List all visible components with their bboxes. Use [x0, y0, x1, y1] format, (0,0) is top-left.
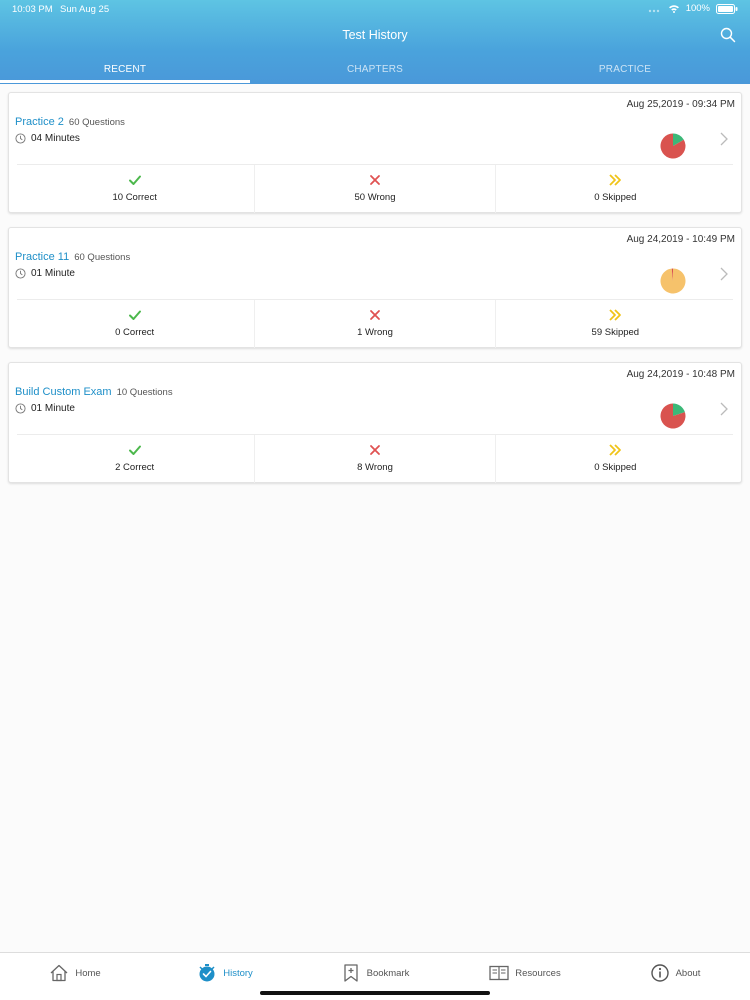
skipped-label: 0 Skipped [594, 192, 637, 203]
cross-icon [370, 445, 380, 455]
question-count: 10 Questions [116, 387, 173, 398]
result-pie-chart [660, 403, 686, 429]
check-icon [128, 175, 141, 185]
home-indicator [260, 991, 490, 995]
test-date: Aug 24,2019 - 10:48 PM [626, 369, 735, 380]
double-chevron-icon [609, 309, 622, 321]
test-date: Aug 25,2019 - 09:34 PM [626, 99, 735, 110]
stat-wrong: 1 Wrong [254, 300, 494, 348]
nav-about[interactable]: About [600, 953, 750, 993]
test-duration: 04 Minutes [31, 133, 80, 144]
bookmark-icon [343, 964, 358, 982]
test-name: Practice 2 [15, 116, 64, 128]
cross-icon [370, 310, 380, 320]
test-card[interactable]: Aug 24,2019 - 10:48 PM Build Custom Exam… [8, 362, 742, 483]
nav-label: About [675, 967, 701, 979]
bottom-nav-bar: Home History Bookmark Resources About [0, 952, 750, 1000]
status-indicators: 100% [648, 3, 738, 14]
signal-icon [648, 9, 659, 13]
question-count: 60 Questions [74, 252, 131, 263]
result-pie-chart [660, 268, 686, 294]
battery-percent: 100% [685, 3, 710, 14]
status-time: 10:03 PM [12, 4, 53, 15]
check-icon [128, 445, 141, 455]
page-title: Test History [342, 28, 408, 42]
wifi-icon [668, 5, 679, 13]
correct-label: 0 Correct [115, 327, 155, 338]
info-icon [650, 964, 669, 982]
nav-home[interactable]: Home [0, 953, 150, 993]
clock-icon [15, 268, 26, 279]
test-name-row: Build Custom Exam 10 Questions [15, 386, 173, 398]
double-chevron-icon [609, 444, 622, 456]
cross-icon [370, 175, 380, 185]
nav-resources[interactable]: Resources [450, 953, 600, 993]
tab-practice[interactable]: PRACTICE [500, 62, 750, 84]
nav-bookmark[interactable]: Bookmark [300, 953, 450, 993]
test-duration-row: 01 Minute [15, 403, 75, 414]
nav-label: Bookmark [366, 967, 410, 979]
clock-icon [15, 133, 26, 144]
test-card[interactable]: Aug 25,2019 - 09:34 PM Practice 2 60 Ques… [8, 92, 742, 213]
nav-label: Home [75, 967, 101, 979]
test-name: Practice 11 [15, 251, 70, 263]
test-name: Build Custom Exam [15, 386, 112, 398]
stat-skipped: 0 Skipped [494, 165, 735, 213]
stat-skipped: 0 Skipped [494, 435, 735, 483]
question-count: 60 Questions [68, 117, 125, 128]
test-name-row: Practice 2 60 Questions [15, 116, 125, 128]
double-chevron-icon [609, 174, 622, 186]
wrong-label: 8 Wrong [357, 462, 393, 473]
test-card[interactable]: Aug 24,2019 - 10:49 PM Practice 11 60 Que… [8, 227, 742, 348]
stat-wrong: 8 Wrong [254, 435, 494, 483]
history-icon [199, 964, 215, 982]
app-header: 10:03 PM Sun Aug 25 100% Test History RE… [0, 0, 750, 84]
stat-correct: 0 Correct [15, 300, 254, 348]
test-duration: 01 Minute [31, 268, 75, 279]
correct-label: 10 Correct [112, 192, 157, 203]
result-stats: 0 Correct 1 Wrong 59 Skipped [15, 300, 735, 348]
clock-icon [15, 403, 26, 414]
wrong-label: 50 Wrong [354, 192, 396, 203]
test-duration-row: 01 Minute [15, 268, 75, 279]
correct-label: 2 Correct [115, 462, 155, 473]
nav-history[interactable]: History [150, 953, 300, 993]
chevron-right-icon[interactable] [719, 131, 729, 147]
stat-wrong: 50 Wrong [254, 165, 494, 213]
test-date: Aug 24,2019 - 10:49 PM [626, 234, 735, 245]
check-icon [128, 310, 141, 320]
test-duration-row: 04 Minutes [15, 133, 80, 144]
battery-icon [716, 3, 738, 14]
result-pie-chart [660, 133, 686, 159]
skipped-label: 0 Skipped [594, 462, 637, 473]
stat-correct: 10 Correct [15, 165, 254, 213]
resources-icon [489, 965, 509, 981]
test-name-row: Practice 11 60 Questions [15, 251, 130, 263]
skipped-label: 59 Skipped [591, 327, 640, 338]
nav-label: Resources [515, 967, 561, 979]
status-date: Sun Aug 25 [60, 4, 110, 15]
nav-label: History [223, 967, 253, 979]
result-stats: 10 Correct 50 Wrong 0 Skipped [15, 165, 735, 213]
test-history-list: Aug 25,2019 - 09:34 PM Practice 2 60 Ques… [0, 84, 750, 952]
tab-bar: RECENT CHAPTERS PRACTICE [0, 62, 750, 84]
stat-skipped: 59 Skipped [494, 300, 735, 348]
chevron-right-icon[interactable] [719, 266, 729, 282]
result-stats: 2 Correct 8 Wrong 0 Skipped [15, 435, 735, 483]
test-duration: 01 Minute [31, 403, 75, 414]
status-bar: 10:03 PM Sun Aug 25 100% [0, 3, 750, 17]
chevron-right-icon[interactable] [719, 401, 729, 417]
tab-recent[interactable]: RECENT [0, 62, 250, 84]
stat-correct: 2 Correct [15, 435, 254, 483]
tab-chapters[interactable]: CHAPTERS [250, 62, 500, 84]
search-icon[interactable] [720, 27, 736, 43]
home-icon [50, 964, 68, 982]
wrong-label: 1 Wrong [357, 327, 393, 338]
